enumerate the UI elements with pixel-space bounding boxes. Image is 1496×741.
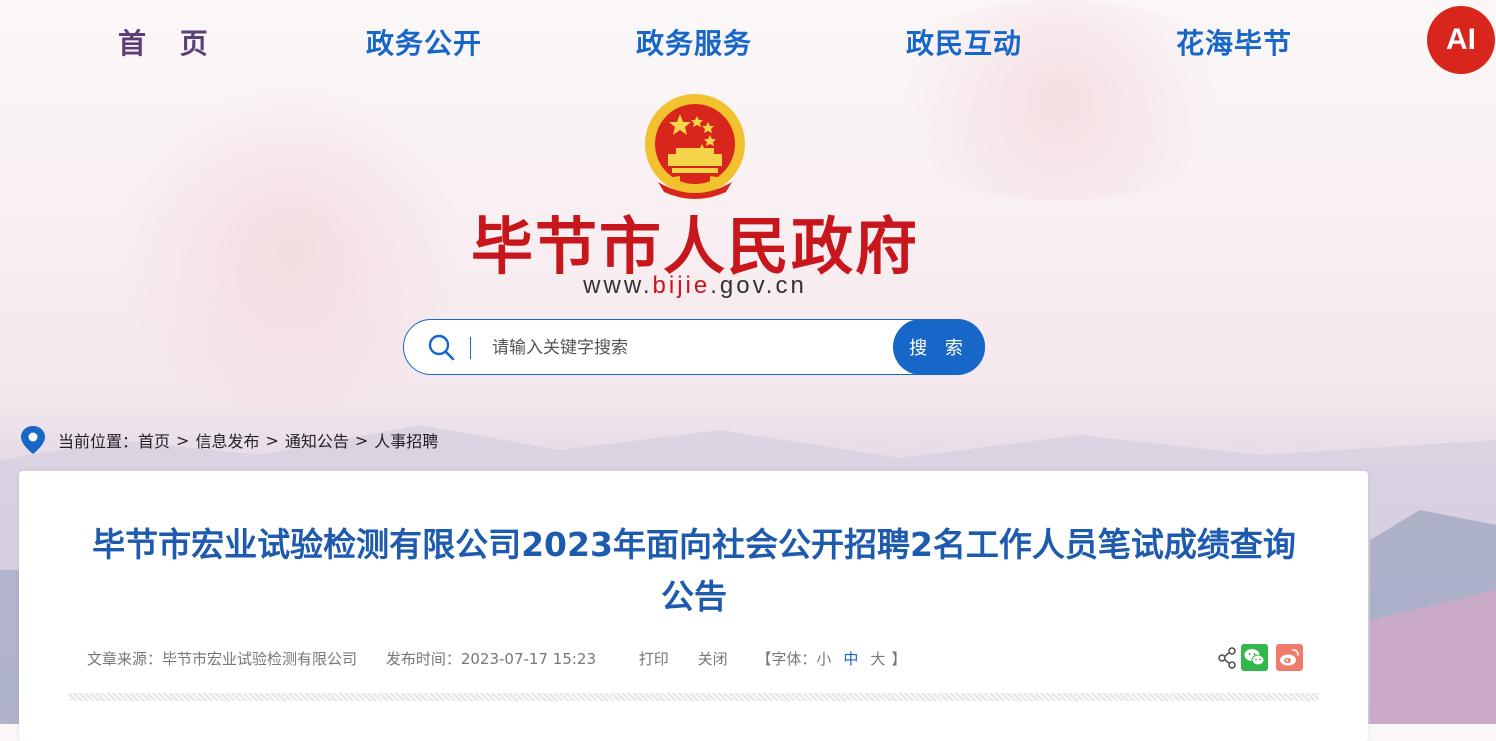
breadcrumb-home[interactable]: 首页 (138, 428, 170, 452)
location-pin-icon (21, 426, 45, 454)
breadcrumb-separator: > (176, 430, 190, 450)
publish-time: 2023-07-17 15:23 (460, 650, 596, 668)
search-icon[interactable] (426, 332, 456, 362)
nav-item-home[interactable]: 首 页 (118, 22, 220, 62)
font-size-medium[interactable]: 中 (843, 650, 858, 668)
close-link[interactable]: 关闭 (698, 650, 728, 668)
breadcrumb-info-release[interactable]: 信息发布 (195, 428, 259, 452)
breadcrumb-separator: > (265, 430, 279, 450)
share-icon[interactable] (1217, 644, 1237, 672)
article-card: 毕节市宏业试验检测有限公司2023年面向社会公开招聘2名工作人员笔试成绩查询公告… (19, 471, 1368, 741)
nav-item-government-services[interactable]: 政务服务 (636, 22, 752, 62)
source-label: 文章来源： (87, 650, 163, 668)
national-emblem-icon (645, 94, 745, 199)
article-source: 毕节市宏业试验检测有限公司 (162, 650, 358, 668)
font-size-close: 】 (891, 650, 907, 668)
font-size-open: 【字体： (756, 650, 817, 668)
search-button[interactable]: 搜 索 (893, 319, 985, 375)
article-divider (69, 693, 1319, 701)
breadcrumb-prefix: 当前位置： (58, 432, 139, 451)
article-title: 毕节市宏业试验检测有限公司2023年面向社会公开招聘2名工作人员笔试成绩查询公告 (92, 525, 1296, 616)
breadcrumb-separator: > (354, 430, 369, 450)
breadcrumb-personnel-recruitment[interactable]: 人事招聘 (374, 428, 438, 452)
ai-assistant-button[interactable]: AI (1427, 6, 1495, 74)
breadcrumb-notices[interactable]: 通知公告 (285, 428, 349, 452)
wechat-share-icon[interactable] (1241, 644, 1268, 671)
font-size-small[interactable]: 小 (816, 650, 831, 668)
site-url-prefix: www. (583, 272, 653, 299)
weibo-share-icon[interactable] (1276, 644, 1303, 671)
site-url-suffix: .gov.cn (710, 272, 807, 299)
publish-time-label: 发布时间： (385, 650, 461, 668)
print-link[interactable]: 打印 (639, 650, 669, 668)
nav-item-government-affairs-open[interactable]: 政务公开 (366, 22, 482, 62)
top-nav: 首 页 政务公开 政务服务 政民互动 花海毕节 AI (0, 0, 1496, 84)
nav-item-citizen-interaction[interactable]: 政民互动 (906, 22, 1022, 62)
site-url: www.bijie.gov.cn (470, 272, 920, 300)
site-url-highlight: bijie (652, 272, 711, 299)
font-size-large[interactable]: 大 (870, 650, 885, 668)
search-input[interactable] (490, 332, 894, 364)
nav-item-flower-sea-bijie[interactable]: 花海毕节 (1176, 22, 1292, 62)
article-meta: 文章来源：毕节市宏业试验检测有限公司 发布时间：2023-07-17 15:23… (87, 648, 906, 669)
breadcrumb: 当前位置： 首页 > 信息发布 > 通知公告 > 人事招聘 (20, 425, 438, 455)
search-divider (470, 337, 471, 359)
search-bar: 搜 索 (403, 319, 985, 375)
